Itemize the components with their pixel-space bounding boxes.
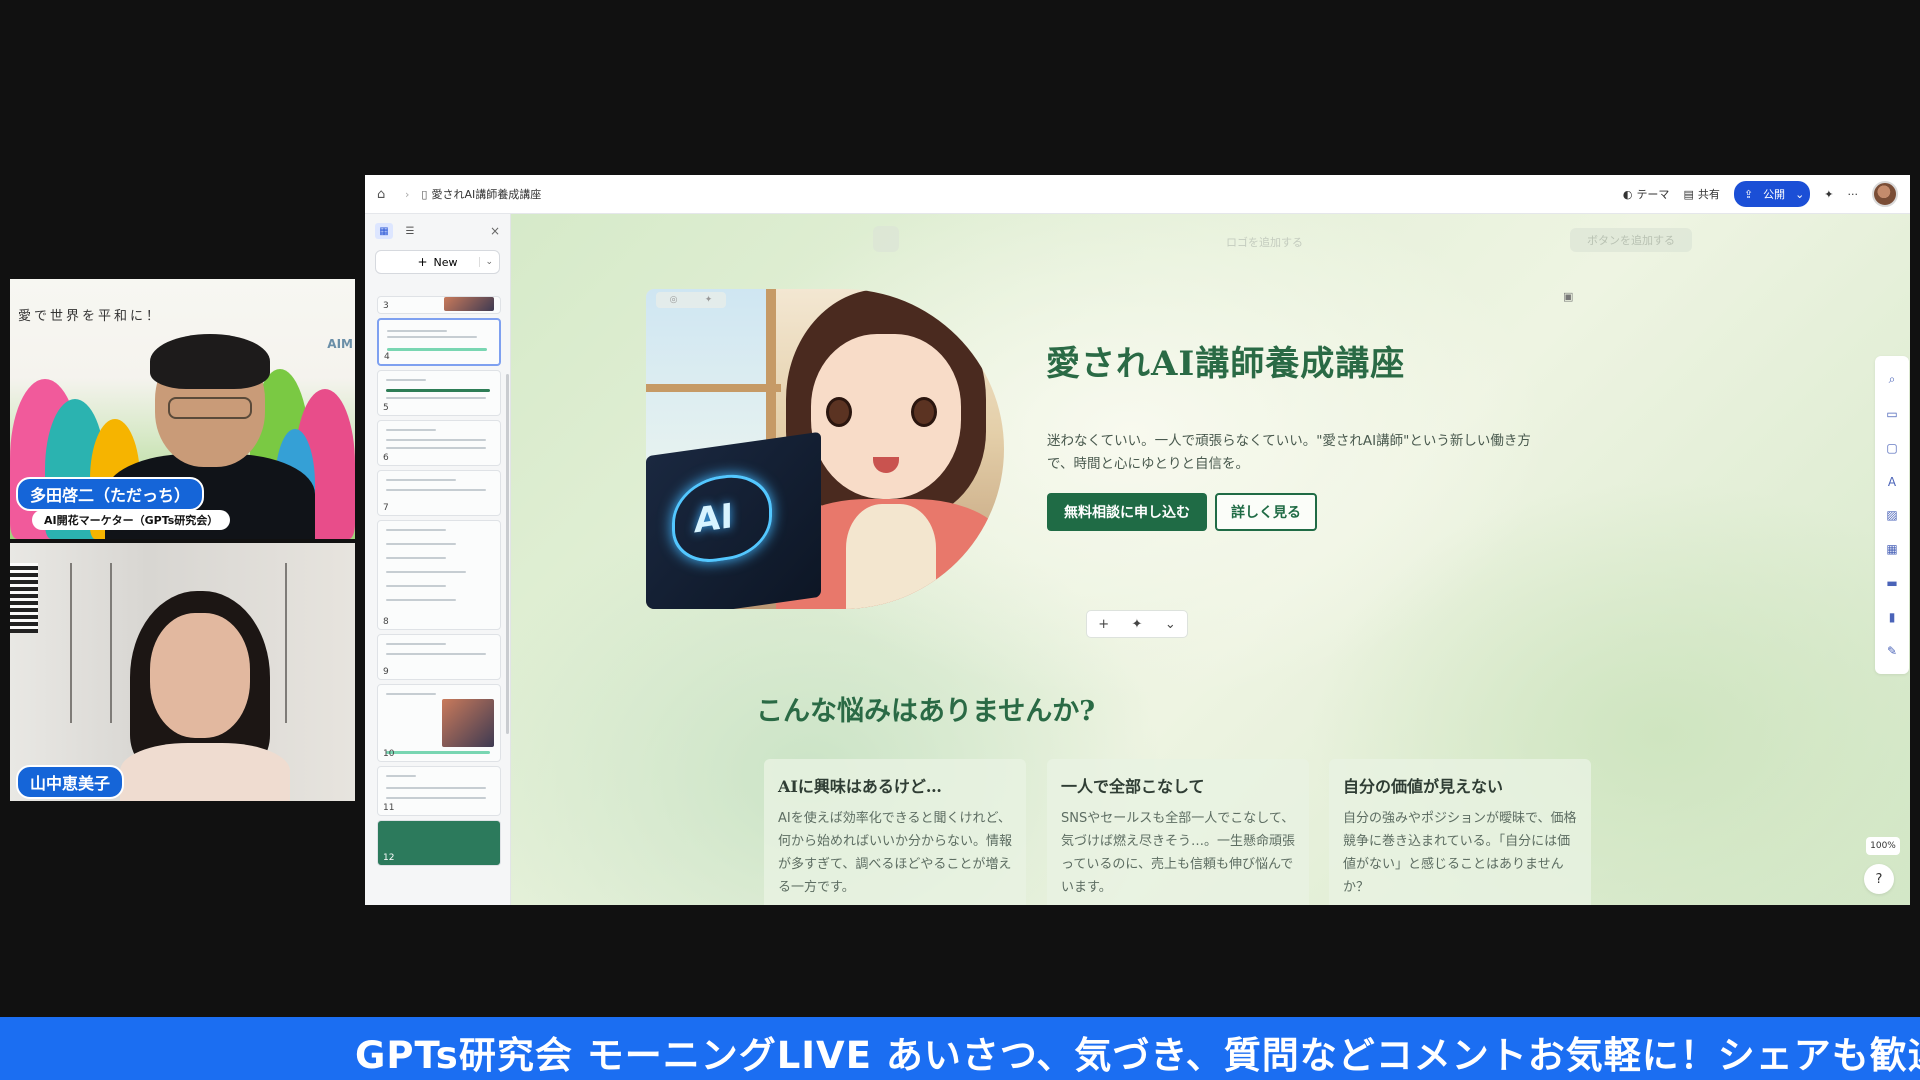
stream-stage: 愛で世界を平和に！ AIM 多田啓二（ただっち） AI開花マーケター（GPTs研… xyxy=(0,0,1920,1080)
new-label: New xyxy=(433,255,458,269)
card-body: 自分の強みやポジションが曖昧で、価格競争に巻き込まれている。「自分には価値がない… xyxy=(1343,811,1577,895)
add-element-placeholder[interactable] xyxy=(873,226,899,252)
page-thumb-10[interactable]: 10 xyxy=(377,684,501,762)
host-name-tag: 多田啓二（ただっち） xyxy=(16,477,205,511)
share-button[interactable]: ▤ 共有 xyxy=(1683,186,1719,202)
page-sidebar: ▦ ☰ × + New ⌄ 3 4 5 6 7 8 9 10 11 12 xyxy=(365,214,511,905)
image-toolbar[interactable]: ◎ ✦ xyxy=(656,292,726,308)
layout-icon[interactable]: ▢ xyxy=(1886,441,1897,455)
plus-icon: + xyxy=(417,255,428,269)
hero-image-ai-text: AI xyxy=(694,496,733,542)
live-ticker: GPTs研究会 モーニングLIVE あいさつ、気づき、質問などコメントお気軽に！… xyxy=(0,1017,1920,1080)
hero-title: 愛されAI講師養成講座 xyxy=(1046,344,1406,384)
table-icon[interactable]: ▦ xyxy=(1886,542,1897,556)
page-thumb-11[interactable]: 11 xyxy=(377,766,501,816)
list-view-icon[interactable]: ☰ xyxy=(401,223,419,239)
image-icon[interactable]: ▨ xyxy=(1886,508,1897,522)
page-thumb-8[interactable]: 8 xyxy=(377,520,501,630)
edit-icon[interactable]: ✎ xyxy=(1887,644,1897,658)
sparkle-icon[interactable]: ✦ xyxy=(1824,188,1833,201)
image-ai-icon[interactable]: ✦ xyxy=(705,295,713,305)
page-thumb-6[interactable]: 6 xyxy=(377,420,501,466)
qr-code-icon xyxy=(10,563,38,633)
problem-card: 一人で全部こなして SNSやセールスも全部一人でこなして、気づけば燃え尽きそう…… xyxy=(1047,759,1309,905)
add-block-icon[interactable]: + xyxy=(1098,617,1109,632)
host-hair xyxy=(150,334,270,389)
chevron-down-icon[interactable]: ⌄ xyxy=(1165,617,1176,632)
guest-body xyxy=(120,743,290,801)
insert-toolbar: ⌕ ▭ ▢ A ▨ ▦ ▬ ▮ ✎ xyxy=(1875,356,1909,674)
more-icon[interactable]: ··· xyxy=(1848,188,1859,201)
button-icon[interactable]: ▬ xyxy=(1886,576,1897,590)
problem-card: AIに興味はあるけど… AIを使えば効率化できると聞くけれど、何から始めればいい… xyxy=(764,759,1026,905)
new-page-button[interactable]: + New ⌄ xyxy=(375,250,500,274)
sidebar-scrollbar[interactable] xyxy=(506,374,509,734)
add-card-icon[interactable]: ▭ xyxy=(1886,407,1897,421)
publish-button[interactable]: ⇪ 公開 ⌄ xyxy=(1733,181,1811,207)
document-icon: ▯ xyxy=(421,187,428,201)
page-thumb-3[interactable]: 3 xyxy=(377,296,501,314)
chart-icon[interactable]: ▮ xyxy=(1889,610,1896,624)
document-title[interactable]: 愛されAI講師養成講座 xyxy=(431,186,541,202)
upload-icon: ⇪ xyxy=(1743,187,1754,201)
home-icon[interactable]: ⌂ xyxy=(377,187,391,202)
theme-label: テーマ xyxy=(1636,188,1670,201)
card-body: SNSやセールスも全部一人でこなして、気づけば燃え尽きそう…。一生懸命頑張ってい… xyxy=(1061,811,1296,895)
cam-logo: AIM xyxy=(327,337,353,351)
chevron-down-icon[interactable]: ⌄ xyxy=(1795,188,1804,201)
free-consultation-button[interactable]: 無料相談に申し込む xyxy=(1047,493,1207,531)
theme-button[interactable]: ◐ テーマ xyxy=(1623,186,1670,202)
clipboard-icon[interactable]: ▣ xyxy=(1563,290,1573,303)
page-thumb-4[interactable]: 4 xyxy=(377,318,501,366)
hero-description: 迷わなくていい。一人で頑張らなくていい。"愛されAI講師"という新しい働き方で、… xyxy=(1047,433,1531,472)
page-thumb-9[interactable]: 9 xyxy=(377,634,501,680)
guest-name-tag: 山中恵美子 xyxy=(16,765,125,799)
learn-more-button[interactable]: 詳しく見る xyxy=(1215,493,1317,531)
add-button-placeholder[interactable]: ボタンを追加する xyxy=(1570,228,1692,252)
block-toolbar: + ✦ ⌄ xyxy=(1086,610,1188,638)
chevron-down-icon[interactable]: ⌄ xyxy=(479,257,493,267)
zoom-level[interactable]: 100% xyxy=(1866,837,1900,855)
hero-image[interactable]: AI xyxy=(646,289,1004,609)
webcam-guest: 山中恵美子 xyxy=(10,543,355,801)
card-title: 自分の価値が見えない xyxy=(1343,777,1504,796)
problem-card: 自分の価値が見えない 自分の強みやポジションが曖昧で、価格競争に巻き込まれている… xyxy=(1329,759,1591,905)
ai-sparkle-icon[interactable]: ✦ xyxy=(1132,617,1143,632)
page-thumb-12[interactable]: 12 xyxy=(377,820,501,866)
host-glasses xyxy=(168,397,252,419)
add-logo-placeholder[interactable]: ロゴを追加する xyxy=(1226,234,1303,250)
card-title: AIに興味はあるけど… xyxy=(778,777,942,796)
thumbnail-view-icon[interactable]: ▦ xyxy=(375,223,393,239)
help-button[interactable]: ? xyxy=(1864,864,1894,894)
page-thumb-5[interactable]: 5 xyxy=(377,370,501,416)
page-thumb-7[interactable]: 7 xyxy=(377,470,501,516)
avatar[interactable] xyxy=(1872,181,1898,207)
editor-window: ⌂ › ▯ 愛されAI講師養成講座 ◐ テーマ ▤ 共有 ⇪ 公開 ⌄ ✦ ··· ▦ … xyxy=(365,175,1910,905)
card-title: 一人で全部こなして xyxy=(1061,777,1205,796)
cam-motto: 愛で世界を平和に！ xyxy=(18,309,163,324)
text-icon[interactable]: A xyxy=(1888,475,1896,489)
section-title: こんな悩みはありませんか? xyxy=(756,696,1096,727)
image-settings-icon[interactable]: ◎ xyxy=(670,295,678,305)
publish-label: 公開 xyxy=(1763,188,1786,201)
share-icon: ▤ xyxy=(1683,187,1694,201)
guest-face xyxy=(150,613,250,738)
ticker-text: GPTs研究会 モーニングLIVE あいさつ、気づき、質問などコメントお気軽に！… xyxy=(355,1034,1920,1077)
top-bar: ⌂ › ▯ 愛されAI講師養成講座 ◐ テーマ ▤ 共有 ⇪ 公開 ⌄ ✦ ··· xyxy=(365,175,1910,214)
search-icon[interactable]: ⌕ xyxy=(1889,372,1896,387)
breadcrumb-chevron-icon: › xyxy=(405,187,410,201)
share-label: 共有 xyxy=(1697,188,1720,201)
palette-icon: ◐ xyxy=(1622,187,1633,201)
host-title-tag: AI開花マーケター（GPTs研究会） xyxy=(32,510,231,530)
page-thumbnails: 3 4 5 6 7 8 9 10 11 12 xyxy=(377,296,501,870)
close-icon[interactable]: × xyxy=(490,224,500,238)
webcam-host: 愛で世界を平和に！ AIM 多田啓二（ただっち） AI開花マーケター（GPTs研… xyxy=(10,279,355,539)
page-canvas: ロゴを追加する ボタンを追加する ▣ AI ◎ ✦ 愛されAI講師養成講座 迷わ… xyxy=(511,214,1910,905)
card-body: AIを使えば効率化できると聞くけれど、何から始めればいいか分からない。情報が多す… xyxy=(778,811,1013,895)
